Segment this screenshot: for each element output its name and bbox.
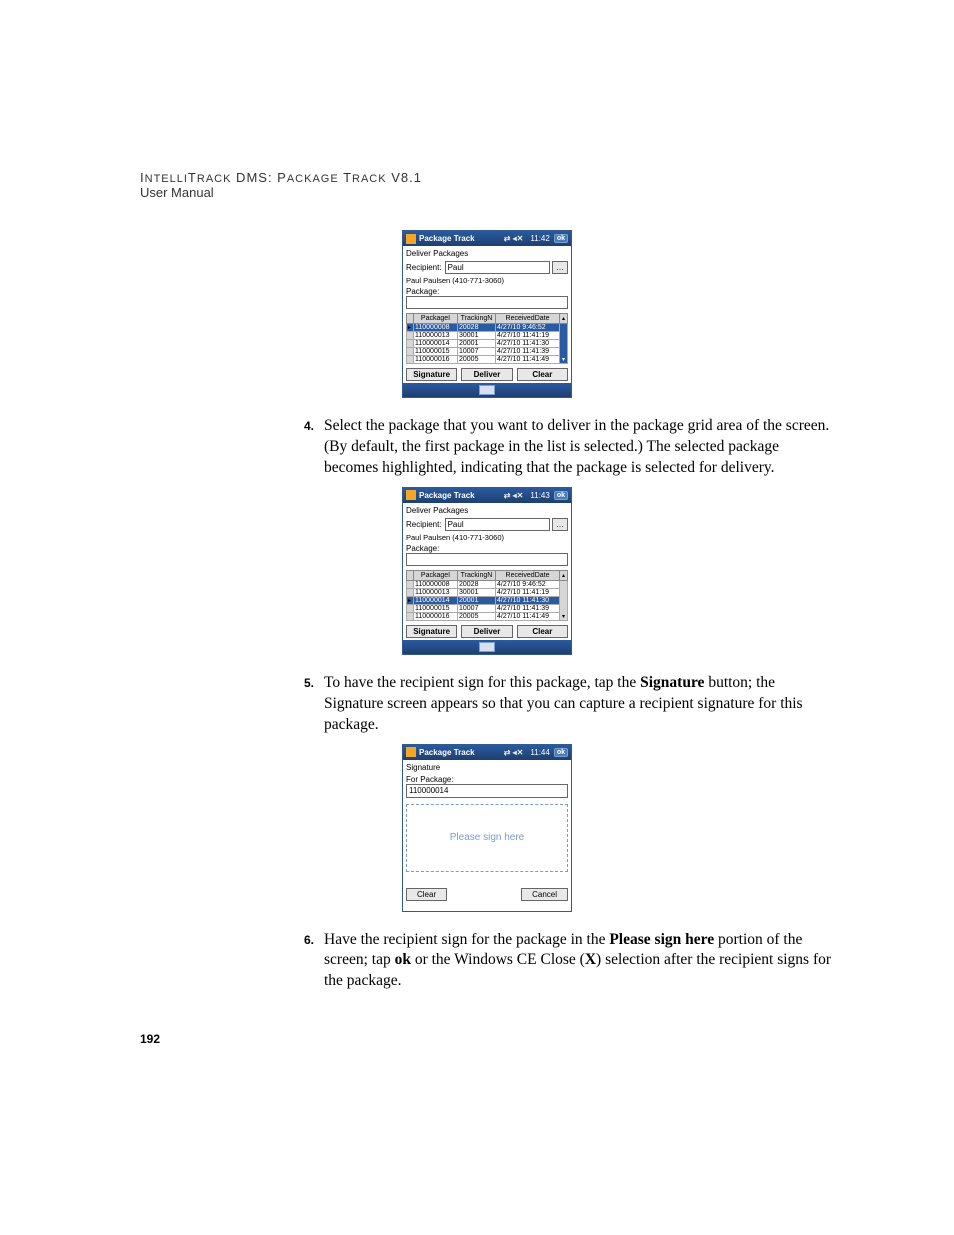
step-number: 6. — [290, 930, 324, 993]
pda-screenshot-3: Package Track ⇄ ◂✕ 11:44 ok Signature Fo… — [402, 744, 572, 912]
package-label: Package: — [406, 287, 565, 296]
deliver-button[interactable]: Deliver — [461, 625, 512, 638]
recipient-label: Recipient: — [406, 520, 442, 529]
clear-button[interactable]: Clear — [406, 888, 447, 901]
ok-button[interactable]: ok — [554, 748, 568, 757]
page-number: 192 — [140, 1032, 834, 1046]
package-input[interactable] — [406, 553, 568, 566]
app-icon — [406, 234, 416, 244]
signature-button[interactable]: Signature — [406, 368, 457, 381]
table-row[interactable]: 110000014200014/27/10 11:41:30 — [407, 340, 568, 348]
pda-screenshot-1: Package Track ⇄ ◂✕ 11:42 ok Deliver Pack… — [402, 230, 572, 398]
keyboard-icon[interactable] — [479, 642, 495, 652]
signal-icon: ⇄ ◂✕ — [504, 234, 524, 243]
table-row[interactable]: 110000008200284/27/10 9:46:52 ▾ — [407, 580, 568, 588]
table-row[interactable]: 110000013300014/27/10 11:41:19 — [407, 332, 568, 340]
table-row[interactable]: 110000016200054/27/10 11:41:49 — [407, 356, 568, 364]
package-grid[interactable]: PackageI TrackingN ReceivedDate ▴ 110000… — [406, 313, 568, 364]
for-package-label: For Package: — [406, 775, 565, 784]
col-packageid[interactable]: PackageI — [414, 314, 458, 324]
scroll-up-icon[interactable]: ▴ — [560, 314, 568, 324]
screen-subtitle: Deliver Packages — [406, 248, 568, 261]
window-title: Package Track — [419, 234, 504, 243]
screen-subtitle: Deliver Packages — [406, 505, 568, 518]
recipient-details: Paul Paulsen (410-771-3060) — [406, 276, 568, 285]
pda-titlebar: Package Track ⇄ ◂✕ 11:42 ok — [403, 231, 571, 246]
col-packageid[interactable]: PackageI — [414, 570, 458, 580]
table-row[interactable]: 110000015100074/27/10 11:41:39 — [407, 348, 568, 356]
signal-icon: ⇄ ◂✕ — [504, 491, 524, 500]
recipient-browse-button[interactable]: … — [552, 261, 568, 274]
table-row[interactable]: 110000013300014/27/10 11:41:19 — [407, 588, 568, 596]
ok-button[interactable]: ok — [554, 234, 568, 243]
scroll-up-icon[interactable]: ▴ — [560, 570, 568, 580]
pda-bottombar — [403, 640, 571, 654]
recipient-label: Recipient: — [406, 263, 442, 272]
signature-area[interactable]: Please sign here — [406, 804, 568, 872]
clock: 11:42 — [530, 234, 549, 243]
col-tracking[interactable]: TrackingN — [458, 314, 496, 324]
deliver-button[interactable]: Deliver — [461, 368, 512, 381]
ok-button[interactable]: ok — [554, 491, 568, 500]
recipient-input[interactable]: Paul — [445, 518, 550, 531]
pda-bottombar — [403, 383, 571, 397]
step-text: Have the recipient sign for the package … — [324, 930, 834, 993]
pda-screenshot-2: Package Track ⇄ ◂✕ 11:43 ok Deliver Pack… — [402, 487, 572, 655]
scroll-down-icon[interactable]: ▾ — [560, 580, 568, 620]
table-row[interactable]: 110000008200284/27/10 9:46:52 ▾ — [407, 324, 568, 332]
clear-button[interactable]: Clear — [517, 368, 568, 381]
window-title: Package Track — [419, 491, 504, 500]
doc-header-subtitle: User Manual — [140, 185, 834, 200]
clock: 11:44 — [530, 748, 549, 757]
window-title: Package Track — [419, 748, 504, 757]
recipient-input[interactable]: Paul — [445, 261, 550, 274]
recipient-details: Paul Paulsen (410-771-3060) — [406, 533, 568, 542]
package-label: Package: — [406, 544, 565, 553]
col-received[interactable]: ReceivedDate — [496, 314, 560, 324]
package-grid[interactable]: PackageI TrackingN ReceivedDate ▴ 110000… — [406, 570, 568, 621]
table-row[interactable]: 110000016200054/27/10 11:41:49 — [407, 612, 568, 620]
table-row[interactable]: 110000015100074/27/10 11:41:39 — [407, 604, 568, 612]
step-number: 4. — [290, 416, 324, 479]
clear-button[interactable]: Clear — [517, 625, 568, 638]
app-icon — [406, 490, 416, 500]
col-received[interactable]: ReceivedDate — [496, 570, 560, 580]
signature-button[interactable]: Signature — [406, 625, 457, 638]
pda-titlebar: Package Track ⇄ ◂✕ 11:44 ok — [403, 745, 571, 760]
col-tracking[interactable]: TrackingN — [458, 570, 496, 580]
step-number: 5. — [290, 673, 324, 736]
scroll-down-icon[interactable]: ▾ — [560, 324, 568, 364]
table-row[interactable]: 110000014200014/27/10 11:41:30 — [407, 596, 568, 604]
doc-header-title: INTELLITRACK DMS: PACKAGE TRACK V8.1 — [140, 170, 834, 185]
step-text: To have the recipient sign for this pack… — [324, 673, 834, 736]
screen-subtitle: Signature — [406, 762, 568, 775]
recipient-browse-button[interactable]: … — [552, 518, 568, 531]
keyboard-icon[interactable] — [479, 385, 495, 395]
step-text: Select the package that you want to deli… — [324, 416, 834, 479]
pda-titlebar: Package Track ⇄ ◂✕ 11:43 ok — [403, 488, 571, 503]
app-icon — [406, 747, 416, 757]
clock: 11:43 — [530, 491, 549, 500]
cancel-button[interactable]: Cancel — [521, 888, 568, 901]
package-input[interactable] — [406, 296, 568, 309]
for-package-value[interactable]: 110000014 — [406, 784, 568, 798]
signal-icon: ⇄ ◂✕ — [504, 748, 524, 757]
